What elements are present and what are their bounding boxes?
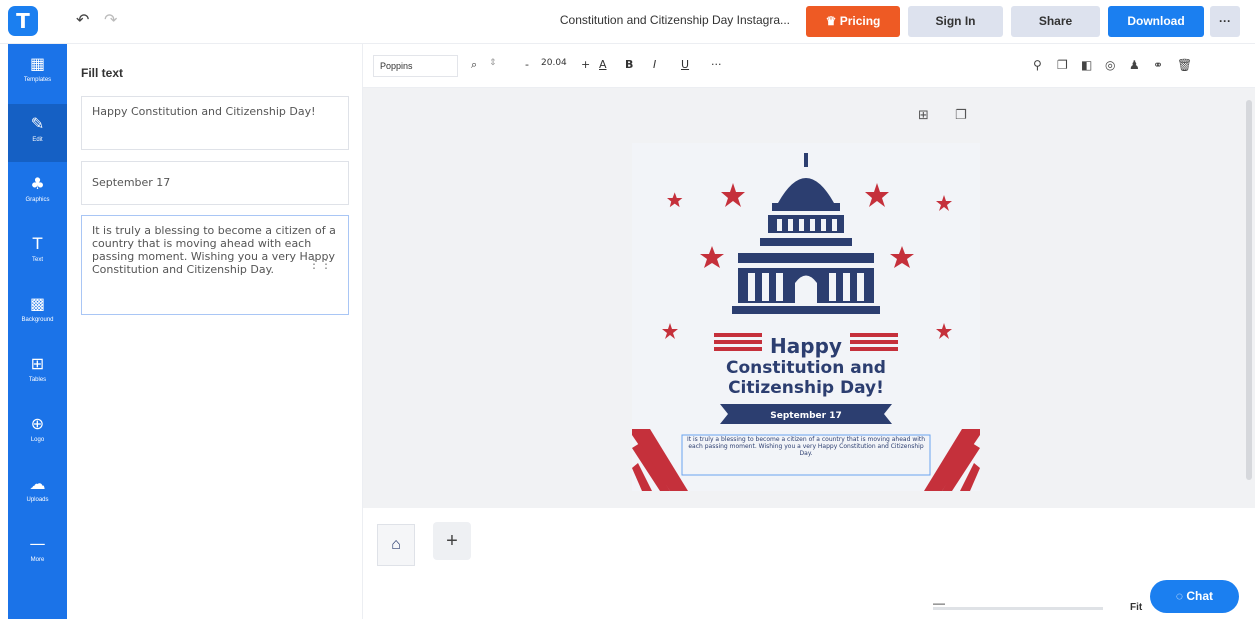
lock-icon[interactable]: ♟ [1129, 58, 1140, 72]
add-page-button[interactable]: + [433, 522, 471, 560]
text-field-date[interactable]: September 17 [81, 161, 349, 205]
bold-button[interactable]: B [625, 58, 633, 71]
drag-handle-icon[interactable]: ⋮⋮ [308, 258, 332, 271]
trash-icon[interactable]: 🗑 [1177, 58, 1192, 72]
pricing-label: Pricing [839, 14, 881, 28]
app-logo[interactable]: T [8, 6, 38, 36]
add-page-icon[interactable]: ⊞ [918, 108, 929, 123]
chat-icon: ◌ [1175, 589, 1187, 603]
templates-icon: ▦ [29, 54, 46, 73]
sidebar-item-label: Background [21, 317, 54, 323]
sidebar-item-graphics[interactable]: ♣ Graphics [8, 164, 67, 222]
font-size-input[interactable]: 20.04 [541, 58, 567, 68]
headline-line3: Citizenship Day! [728, 378, 884, 398]
sidebar-item-more[interactable]: — More [8, 524, 67, 582]
link-icon[interactable]: ⚭ [1153, 58, 1163, 72]
editor-workspace: Poppins ⌕ ⇕ - 20.04 + A B I U ··· ⚲ ❐ ◧ … [363, 44, 1255, 619]
fill-text-panel: Fill text Happy Constitution and Citizen… [67, 44, 363, 619]
download-button[interactable]: Download [1108, 6, 1204, 37]
more-options-button[interactable]: ··· [1210, 6, 1240, 37]
chat-button[interactable]: ◌ Chat [1150, 580, 1239, 613]
vertical-scrollbar[interactable] [1246, 100, 1252, 480]
logo-icon: ⊕ [30, 414, 45, 433]
sidebar-item-label: Uploads [26, 497, 49, 503]
sidebar-item-label: Logo [30, 437, 45, 443]
cloud-upload-icon: ☁ [29, 474, 46, 493]
sidebar-item-label: Graphics [25, 197, 50, 203]
sidebar: ▦ Templates ✎ Edit ♣ Graphics T Text ▩ B… [8, 44, 67, 619]
sidebar-item-templates[interactable]: ▦ Templates [8, 44, 67, 102]
font-stepper-icon[interactable]: ⇕ [489, 58, 497, 68]
crown-icon: ♛ [825, 14, 840, 28]
more-icon: — [29, 534, 46, 553]
sidebar-item-label: Templates [23, 77, 52, 83]
pencil-icon: ✎ [30, 114, 45, 133]
panel-title: Fill text [81, 66, 124, 80]
zoom-fit-button[interactable]: Fit [1130, 602, 1142, 613]
text-toolbar: Poppins ⌕ ⇕ - 20.04 + A B I U ··· ⚲ ❐ ◧ … [363, 44, 1255, 88]
page-thumbnail[interactable]: ⌂ [377, 524, 415, 566]
sidebar-item-text[interactable]: T Text [8, 224, 67, 282]
sidebar-item-label: Text [31, 257, 43, 263]
text-field-headline[interactable]: Happy Constitution and Citizenship Day! [81, 96, 349, 150]
page-strip: ⌂ + — Fit [363, 508, 1255, 619]
sidebar-item-uploads[interactable]: ☁ Uploads [8, 464, 67, 522]
effects-icon[interactable]: ◎ [1105, 58, 1115, 72]
sidebar-item-label: More [30, 557, 45, 563]
sidebar-item-logo[interactable]: ⊕ Logo [8, 404, 67, 462]
copy-page-icon[interactable]: ❐ [955, 108, 967, 123]
chat-label: Chat [1186, 589, 1214, 603]
sidebar-item-tables[interactable]: ⊞ Tables [8, 344, 67, 402]
document-title[interactable]: Constitution and Citizenship Day Instagr… [520, 13, 790, 27]
headline-line2: Constitution and [726, 358, 886, 378]
text-icon: T [32, 234, 43, 253]
layer-icon[interactable]: ◧ [1081, 58, 1092, 72]
headline-happy: Happy [770, 334, 842, 358]
undo-icon[interactable]: ↶ [76, 10, 89, 29]
share-button[interactable]: Share [1011, 6, 1100, 37]
zoom-slider[interactable] [933, 607, 1103, 610]
background-icon: ▩ [29, 294, 46, 313]
font-size-decrease[interactable]: - [525, 58, 529, 71]
sidebar-item-background[interactable]: ▩ Background [8, 284, 67, 342]
body-text[interactable]: It is truly a blessing to become a citiz… [686, 436, 926, 457]
sidebar-item-label: Edit [32, 137, 43, 143]
redo-icon[interactable]: ↷ [104, 10, 117, 29]
duplicate-icon[interactable]: ❐ [1057, 58, 1068, 72]
italic-button[interactable]: I [653, 58, 656, 71]
underline-button[interactable]: U [681, 58, 689, 71]
design-artwork: Happy Constitution and Citizenship Day! … [632, 143, 980, 491]
text-field-body[interactable]: It is truly a blessing to become a citiz… [81, 215, 349, 315]
graphics-icon: ♣ [30, 174, 45, 193]
pricing-button[interactable]: ♛ Pricing [806, 6, 900, 37]
text-field-body-value: It is truly a blessing to become a citiz… [92, 224, 336, 276]
font-size-increase[interactable]: + [581, 58, 590, 71]
font-family-select[interactable]: Poppins [373, 55, 458, 77]
sidebar-item-edit[interactable]: ✎ Edit [8, 104, 67, 162]
date-label: September 17 [770, 411, 841, 421]
text-color-icon[interactable]: A [599, 58, 607, 71]
sign-in-button[interactable]: Sign In [908, 6, 1003, 37]
top-bar: T ↶ ↷ Constitution and Citizenship Day I… [0, 0, 1255, 44]
design-canvas[interactable]: Happy Constitution and Citizenship Day! … [632, 143, 980, 491]
font-search-icon[interactable]: ⌕ [471, 58, 477, 72]
paint-format-icon[interactable]: ⚲ [1033, 58, 1042, 72]
more-text-options[interactable]: ··· [711, 58, 722, 71]
table-icon: ⊞ [30, 354, 45, 373]
sidebar-item-label: Tables [28, 377, 47, 383]
